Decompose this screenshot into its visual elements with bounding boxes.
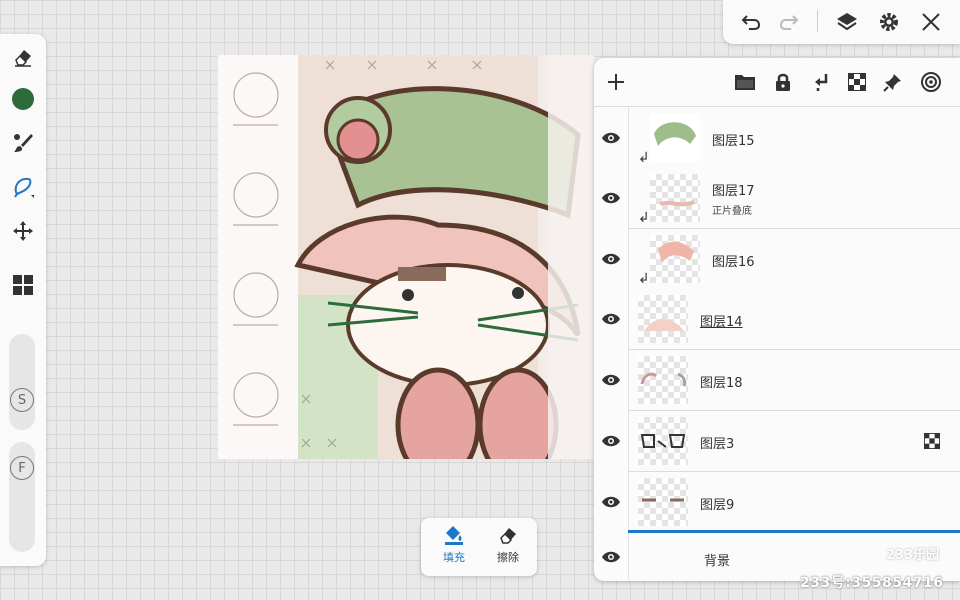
brush-icon[interactable] [6,126,40,160]
layers-icon[interactable] [833,8,861,36]
layer-name: 图层9 [700,498,735,513]
layers-panel: ↲ 图层15 ↲ 图层17 正片叠底 ↲ 图层16 图层14 图层18 图层3 [594,58,960,581]
move-icon[interactable] [6,214,40,248]
layer-thumbnail [638,356,688,404]
layer-name: 图层17 [712,184,755,199]
clip-arrow-icon: ↲ [638,210,650,226]
add-icon[interactable] [602,68,630,96]
layer-name: 图层18 [700,376,743,391]
top-toolbar [723,0,960,44]
eye-icon[interactable] [599,126,623,150]
layer-name: 图层3 [700,437,735,452]
undo-icon[interactable] [737,8,765,36]
eye-icon[interactable] [599,368,623,392]
layer-thumbnail [650,114,700,162]
redo-icon[interactable] [775,8,803,36]
blend-mode-label: 正片叠底 [712,206,752,217]
fill-button[interactable]: 填充 [431,524,477,565]
layer-name: 图层14 [700,315,743,330]
layer-name: 图层16 [712,255,755,270]
eye-icon[interactable] [599,490,623,514]
fill-erase-popup: 填充 擦除 [421,518,537,576]
checker-icon[interactable] [843,68,871,96]
layer-row[interactable]: ↲ 图层15 [594,108,960,168]
layers-panel-header [594,58,960,107]
layer-row[interactable]: 图层18 [594,350,960,410]
color-swatch[interactable] [6,82,40,116]
layer-row[interactable]: 图层3 [594,411,960,471]
layer-thumbnail [638,295,688,343]
layer-thumbnail [650,235,700,283]
layer-row[interactable]: 图层9 [594,472,960,532]
artwork [218,55,594,459]
grid-icon[interactable] [6,268,40,302]
paint-bucket-icon [445,526,463,545]
layer-row[interactable]: ↲ 图层16 [594,229,960,289]
watermark-logo: 233乐园 [886,548,940,563]
lasso-icon[interactable] [6,170,40,204]
layer-thumbnail [650,174,700,222]
gear-icon[interactable] [875,8,903,36]
watermark-text: 233号:355854716 [800,575,944,591]
clip-arrow-icon: ↲ [638,271,650,287]
drawing-canvas[interactable] [218,55,594,459]
size-slider[interactable] [9,334,35,430]
pin-icon[interactable] [879,68,907,96]
clip-arrow-icon: ↲ [638,150,650,166]
checker-icon[interactable] [923,432,941,453]
left-toolbar: S F [0,34,46,566]
erase-label: 擦除 [497,551,519,564]
fill-label: 填充 [443,551,465,564]
eye-icon[interactable] [599,307,623,331]
eraser-icon[interactable] [6,40,40,74]
lock-icon[interactable] [769,68,797,96]
eye-icon[interactable] [599,545,623,569]
eye-icon[interactable] [599,429,623,453]
eye-icon[interactable] [599,186,623,210]
target-icon[interactable] [917,68,945,96]
close-icon[interactable] [917,8,945,36]
layer-name: 背景 [704,554,731,569]
eraser-icon [500,528,516,544]
layer-thumbnail [638,478,688,526]
layer-row[interactable]: 图层14 [594,289,960,349]
layer-row[interactable]: ↲ 图层17 正片叠底 [594,168,960,228]
flow-label: F [10,456,34,480]
folder-icon[interactable] [731,68,759,96]
layer-thumbnail [638,417,688,465]
eye-icon[interactable] [599,247,623,271]
layer-name: 图层15 [712,134,755,149]
clip-icon[interactable] [807,68,835,96]
erase-button[interactable]: 擦除 [485,524,531,565]
size-label: S [10,388,34,412]
toolbar-divider [817,10,818,32]
